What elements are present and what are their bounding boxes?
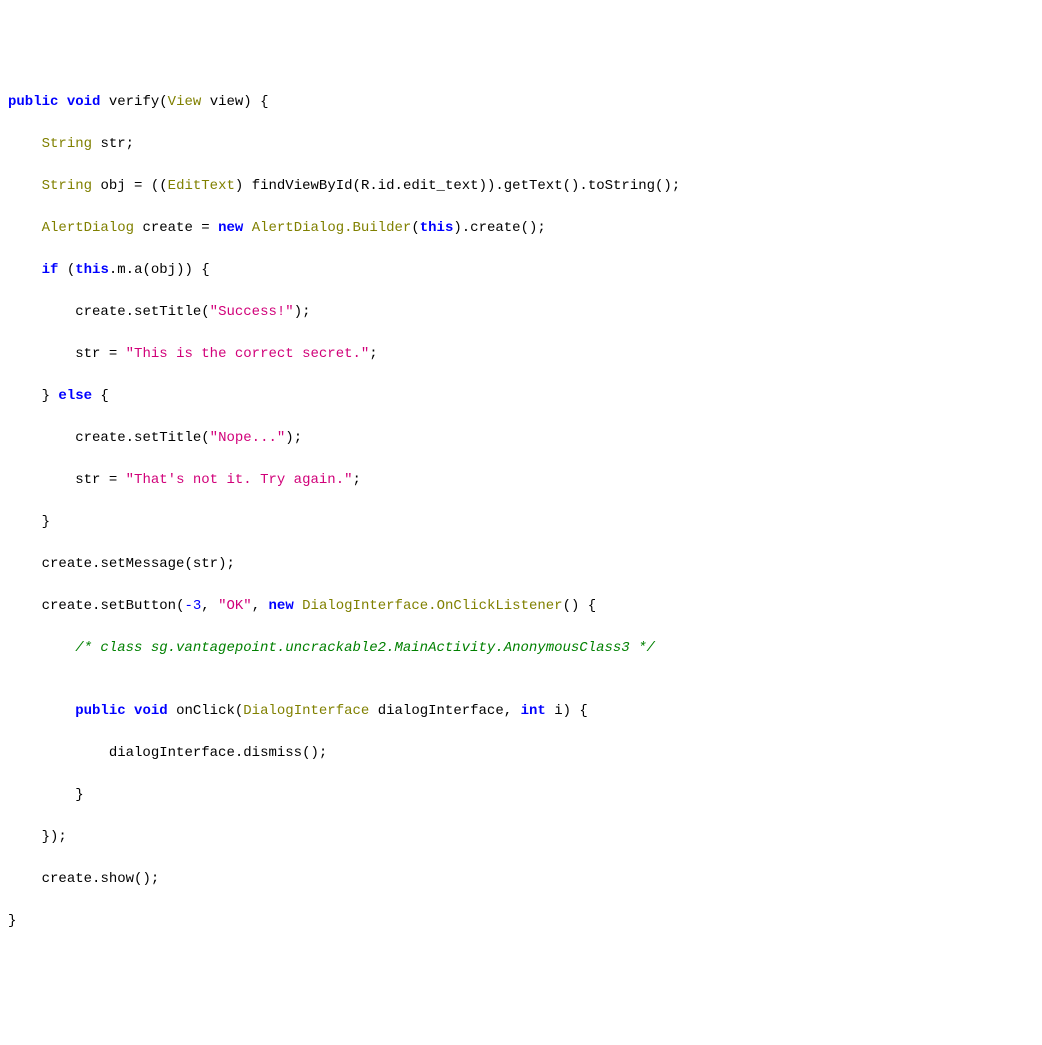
keyword-void: void — [134, 703, 168, 719]
keyword-int: int — [521, 703, 546, 719]
code-line: create.setTitle("Success!"); — [8, 302, 1034, 323]
var: str — [75, 346, 100, 362]
method-call: dismiss — [243, 745, 302, 761]
type-builder: AlertDialog.Builder — [252, 220, 412, 236]
obj: create — [42, 598, 92, 614]
var: str — [75, 472, 100, 488]
code-line: create.setMessage(str); — [8, 554, 1034, 575]
string-literal: "Success!" — [210, 304, 294, 320]
keyword-public: public — [75, 703, 125, 719]
param: view — [210, 94, 244, 110]
obj: create — [75, 430, 125, 446]
var: str — [100, 136, 125, 152]
code-line: create.show(); — [8, 869, 1034, 890]
arg: R.id.edit_text — [361, 178, 479, 194]
method-call: findViewById — [252, 178, 353, 194]
type-view: View — [168, 94, 202, 110]
string-literal: "Nope..." — [210, 430, 286, 446]
string-literal: "That's not it. Try again." — [126, 472, 353, 488]
code-line: } — [8, 512, 1034, 533]
code-line: create.setTitle("Nope..."); — [8, 428, 1034, 449]
number-literal: -3 — [184, 598, 201, 614]
code-line: create.setButton(-3, "OK", new DialogInt… — [8, 596, 1034, 617]
method-call: setTitle — [134, 304, 201, 320]
method-call: setButton — [100, 598, 176, 614]
method-call: setMessage — [100, 556, 184, 572]
comment: /* class sg.vantagepoint.uncrackable2.Ma… — [75, 640, 655, 656]
code-line: str = "That's not it. Try again."; — [8, 470, 1034, 491]
keyword-if: if — [42, 262, 59, 278]
var: create — [142, 220, 192, 236]
param: dialogInterface — [378, 703, 504, 719]
method-call: getText — [504, 178, 563, 194]
keyword-new: new — [269, 598, 294, 614]
method-call: toString — [588, 178, 655, 194]
type-string: String — [42, 136, 92, 152]
arg: obj — [151, 262, 176, 278]
keyword-this: this — [75, 262, 109, 278]
keyword-void: void — [67, 94, 101, 110]
code-line: } else { — [8, 386, 1034, 407]
code-line: public void onClick(DialogInterface dial… — [8, 701, 1034, 722]
code-line: public void verify(View view) { — [8, 92, 1034, 113]
obj: create — [42, 871, 92, 887]
obj: create — [75, 304, 125, 320]
type-string: String — [42, 178, 92, 194]
obj: create — [42, 556, 92, 572]
code-line: String str; — [8, 134, 1034, 155]
field: m — [117, 262, 125, 278]
code-line: } — [8, 911, 1034, 932]
method-call: setTitle — [134, 430, 201, 446]
code-line: } — [8, 785, 1034, 806]
code-line: AlertDialog create = new AlertDialog.Bui… — [8, 218, 1034, 239]
type-edittext: EditText — [168, 178, 235, 194]
keyword-else: else — [58, 388, 92, 404]
obj: dialogInterface — [109, 745, 235, 761]
string-literal: "This is the correct secret." — [126, 346, 370, 362]
method-call: a — [134, 262, 142, 278]
type-dialoginterface: DialogInterface — [243, 703, 369, 719]
method-call: create — [470, 220, 520, 236]
method-name: verify — [109, 94, 159, 110]
code-line: str = "This is the correct secret."; — [8, 344, 1034, 365]
code-line: if (this.m.a(obj)) { — [8, 260, 1034, 281]
type-listener: DialogInterface.OnClickListener — [302, 598, 562, 614]
keyword-this: this — [420, 220, 454, 236]
type-alertdialog: AlertDialog — [42, 220, 134, 236]
code-line: /* class sg.vantagepoint.uncrackable2.Ma… — [8, 638, 1034, 659]
param: i — [554, 703, 562, 719]
keyword-public: public — [8, 94, 58, 110]
var: obj — [100, 178, 125, 194]
code-line: dialogInterface.dismiss(); — [8, 743, 1034, 764]
method-name: onClick — [176, 703, 235, 719]
arg: str — [193, 556, 218, 572]
code-line: }); — [8, 827, 1034, 848]
code-line: String obj = ((EditText) findViewById(R.… — [8, 176, 1034, 197]
keyword-new: new — [218, 220, 243, 236]
method-call: show — [100, 871, 134, 887]
string-literal: "OK" — [218, 598, 252, 614]
